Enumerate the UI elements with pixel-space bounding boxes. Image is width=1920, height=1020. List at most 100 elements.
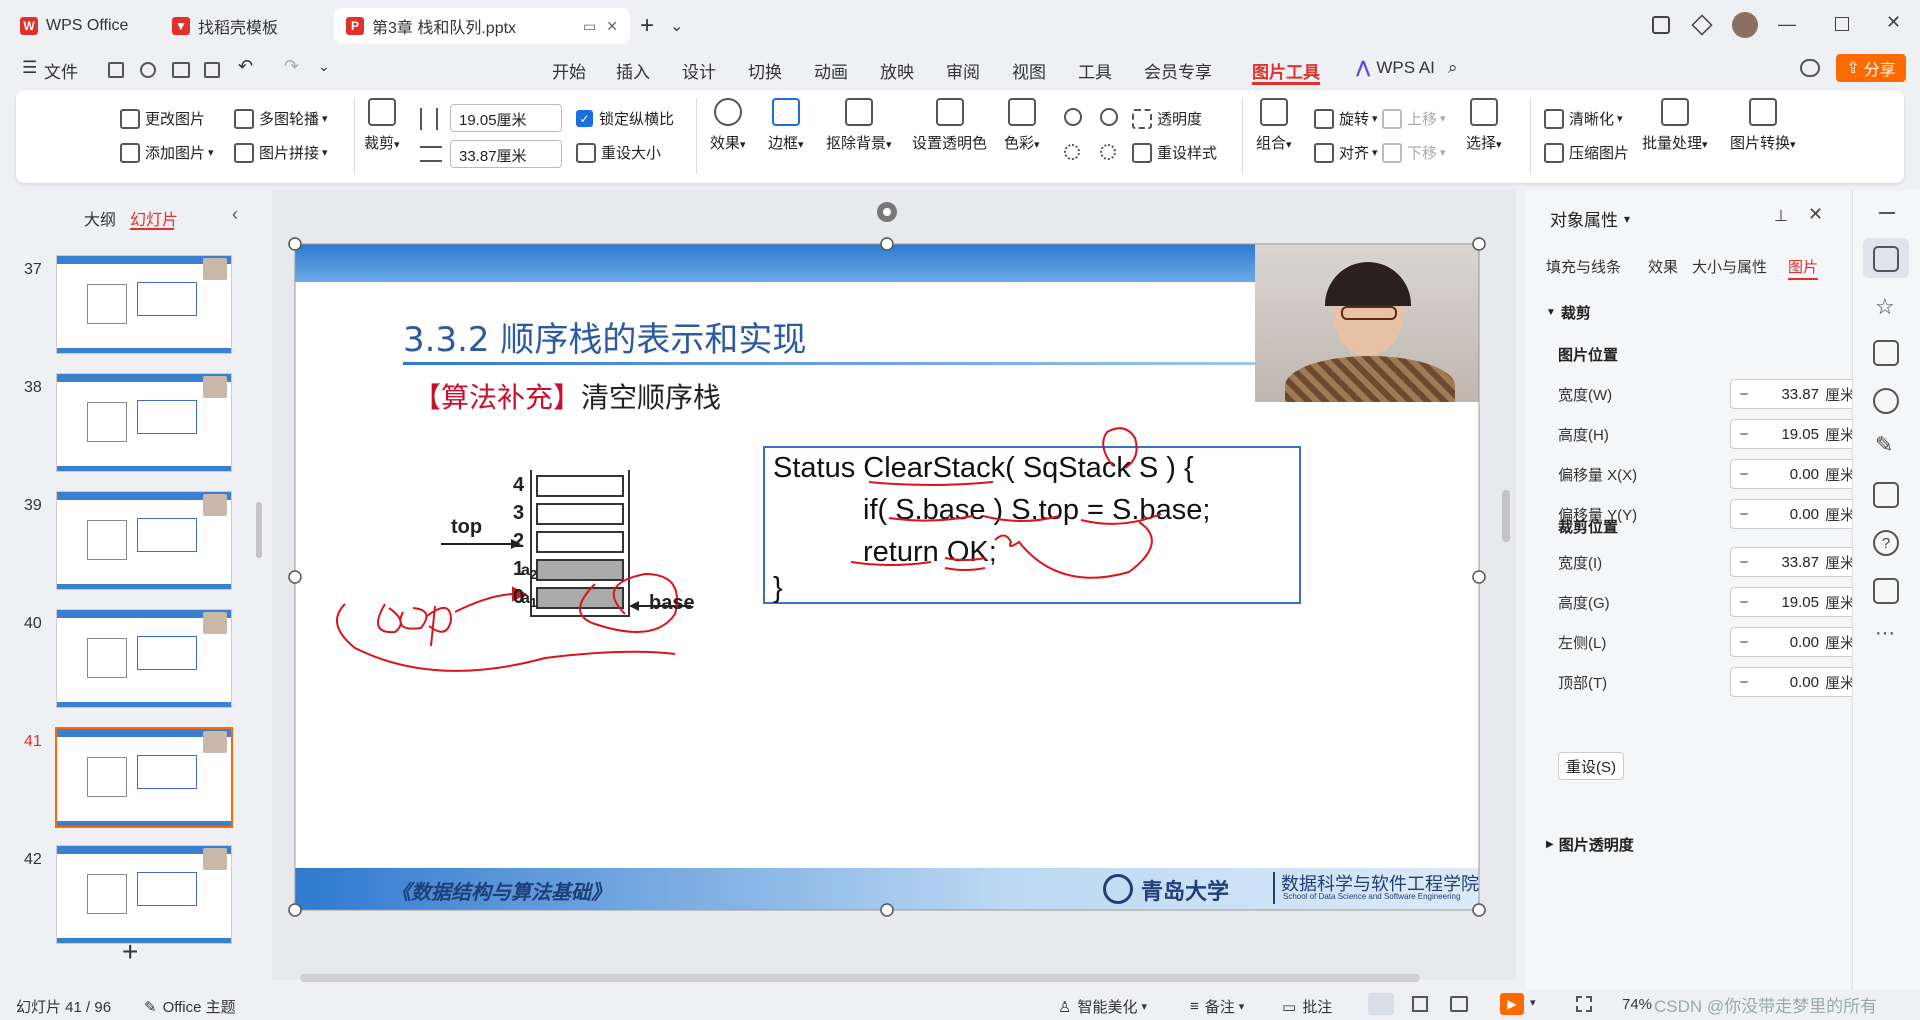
decrement-icon[interactable]: − [1731,594,1757,611]
effect-button[interactable]: 效果▾ [710,98,746,153]
crop-section-header[interactable]: ▼ 裁剪 [1546,302,1591,323]
rotate-button[interactable]: 旋转 ▾ [1314,108,1378,129]
slide-thumbnail[interactable] [55,727,233,828]
add-slide-icon[interactable]: + [122,936,138,968]
stepper-value[interactable]: 19.05 [1757,594,1825,611]
slide-sorter-icon[interactable] [1412,996,1428,1012]
menu-8[interactable]: 工具 [1078,58,1112,83]
slide-thumbnail[interactable] [56,491,232,590]
save-icon[interactable] [108,62,124,78]
picture-stitch-button[interactable]: 图片拼接 ▾ [234,142,328,163]
group-button[interactable]: 组合▾ [1256,98,1292,153]
play-slideshow-icon[interactable]: ▶ [1500,993,1524,1015]
close-panel-icon[interactable]: ✕ [1808,204,1823,225]
share-link-icon[interactable] [140,62,156,78]
new-tab-icon[interactable]: + [640,12,654,40]
contrast-up-icon[interactable] [1100,108,1118,126]
decrement-icon[interactable]: − [1731,426,1757,443]
help-icon[interactable]: ? [1873,530,1899,556]
decrement-icon[interactable]: − [1731,466,1757,483]
compress-button[interactable]: 压缩图片 [1544,142,1629,163]
cube-icon[interactable] [1691,14,1713,36]
print-preview-icon[interactable] [204,62,220,78]
height-input[interactable]: 19.05厘米 [450,104,562,132]
rail-minus-icon[interactable] [1879,212,1895,214]
copy-icon[interactable] [1873,340,1899,366]
properties-title[interactable]: 对象属性 ▾ [1550,206,1630,231]
decrement-icon[interactable]: − [1731,634,1757,651]
slide-thumbnail[interactable] [56,609,232,708]
slide-thumbnail[interactable] [56,373,232,472]
tab-template[interactable]: ▼ 找稻壳模板 [160,8,328,44]
close-tab-icon[interactable]: ✕ [606,18,618,35]
decrement-icon[interactable]: − [1731,506,1757,523]
remove-background-button[interactable]: 抠除背景▾ [826,98,892,153]
decrement-icon[interactable]: − [1731,554,1757,571]
slide-thumbnail[interactable] [56,255,232,354]
move-down-button[interactable]: 下移 ▾ [1382,142,1446,163]
close-window-icon[interactable]: ✕ [1886,12,1901,33]
multi-carousel-button[interactable]: 多图轮播 ▾ [234,108,328,129]
magic-icon[interactable]: ✎ [1875,432,1893,458]
zoom-level[interactable]: 74% [1622,996,1652,1013]
prop-tab[interactable]: 填充与线条 [1546,256,1621,277]
menu-4[interactable]: 动画 [814,58,848,83]
play-options-chevron-icon[interactable]: ▾ [1530,996,1536,1009]
tab-wps-office[interactable]: W WPS Office [8,8,154,44]
minimize-icon[interactable]: — [1778,14,1796,35]
prop-tab[interactable]: 大小与属性 [1692,256,1767,277]
align-button[interactable]: 对齐 ▾ [1314,142,1378,163]
stepper-value[interactable]: 33.87 [1757,554,1825,571]
crop-button[interactable]: 裁剪▾ [364,98,400,153]
panel-scrollbar[interactable] [256,502,262,558]
book-icon[interactable] [1873,482,1899,508]
menu-0[interactable]: 开始 [552,58,586,83]
border-button[interactable]: 边框▾ [768,98,804,153]
move-up-button[interactable]: 上移 ▾ [1382,108,1446,129]
batch-process-button[interactable]: 批量处理▾ [1642,98,1708,153]
stepper-value[interactable]: 0.00 [1757,634,1825,651]
reset-size-button[interactable]: 重设大小 [576,142,661,163]
avatar[interactable] [1732,12,1758,38]
hamburger-icon[interactable]: ☰ [22,58,37,78]
search-icon[interactable]: ⌕ [1448,58,1458,78]
menu-5[interactable]: 放映 [880,58,914,83]
stepper-value[interactable]: 0.00 [1757,674,1825,691]
refresh-icon[interactable] [1873,388,1899,414]
color-button[interactable]: 色彩▾ [1004,98,1040,153]
prop-tab[interactable]: 图片 [1788,256,1818,277]
tab-slides[interactable]: 幻灯片 [130,206,178,230]
fit-window-icon[interactable] [1576,996,1592,1012]
prop-tab[interactable]: 效果 [1648,256,1678,277]
slide-thumbnail[interactable] [56,845,232,944]
vertical-scrollbar[interactable] [1502,490,1510,542]
reading-view-icon[interactable] [1450,996,1468,1012]
menu-2[interactable]: 设计 [682,58,716,83]
comments-button[interactable]: ▭ 批注 [1282,996,1332,1017]
add-picture-button[interactable]: 添加图片 ▾ [120,142,214,163]
change-picture-button[interactable]: 更改图片 [120,108,205,129]
menu-9[interactable]: 会员专享 [1144,58,1212,83]
menu-7[interactable]: 视图 [1012,58,1046,83]
menu-3[interactable]: 切换 [748,58,782,83]
pin-icon[interactable]: ⊥ [1774,206,1788,226]
more-chevron-icon[interactable]: ⌄ [318,58,330,75]
beautify-button[interactable]: ♙ 智能美化 ▾ [1058,996,1147,1017]
wps-ai-button[interactable]: ⋀ WPS AI [1356,58,1435,78]
tab-pptx[interactable]: P 第3章 栈和队列.pptx ▭ ✕ [334,8,630,44]
redo-icon[interactable]: ↷ [284,56,299,77]
star-icon[interactable]: ☆ [1875,294,1895,320]
normal-view-icon[interactable] [1368,993,1394,1015]
menu-file[interactable]: 文件 [44,58,78,83]
window-mode-icon[interactable] [1652,16,1670,34]
maximize-icon[interactable] [1835,17,1849,31]
brightness-down-icon[interactable] [1064,144,1080,160]
screen-icon[interactable]: ▭ [583,18,596,35]
decrement-icon[interactable]: − [1731,674,1757,691]
collapse-panel-icon[interactable]: ‹ [232,204,238,225]
slide[interactable]: 3.3.2 顺序栈的表示和实现 【算法补充】清空顺序栈 a2 a1 top ba… [295,244,1479,910]
lock-ratio-checkbox[interactable]: ✓ 锁定纵横比 [576,108,674,129]
set-transparent-color-button[interactable]: 设置透明色 [912,98,987,153]
tab-outline[interactable]: 大纲 [84,206,116,230]
sharpen-button[interactable]: 清晰化 ▾ [1544,108,1623,129]
